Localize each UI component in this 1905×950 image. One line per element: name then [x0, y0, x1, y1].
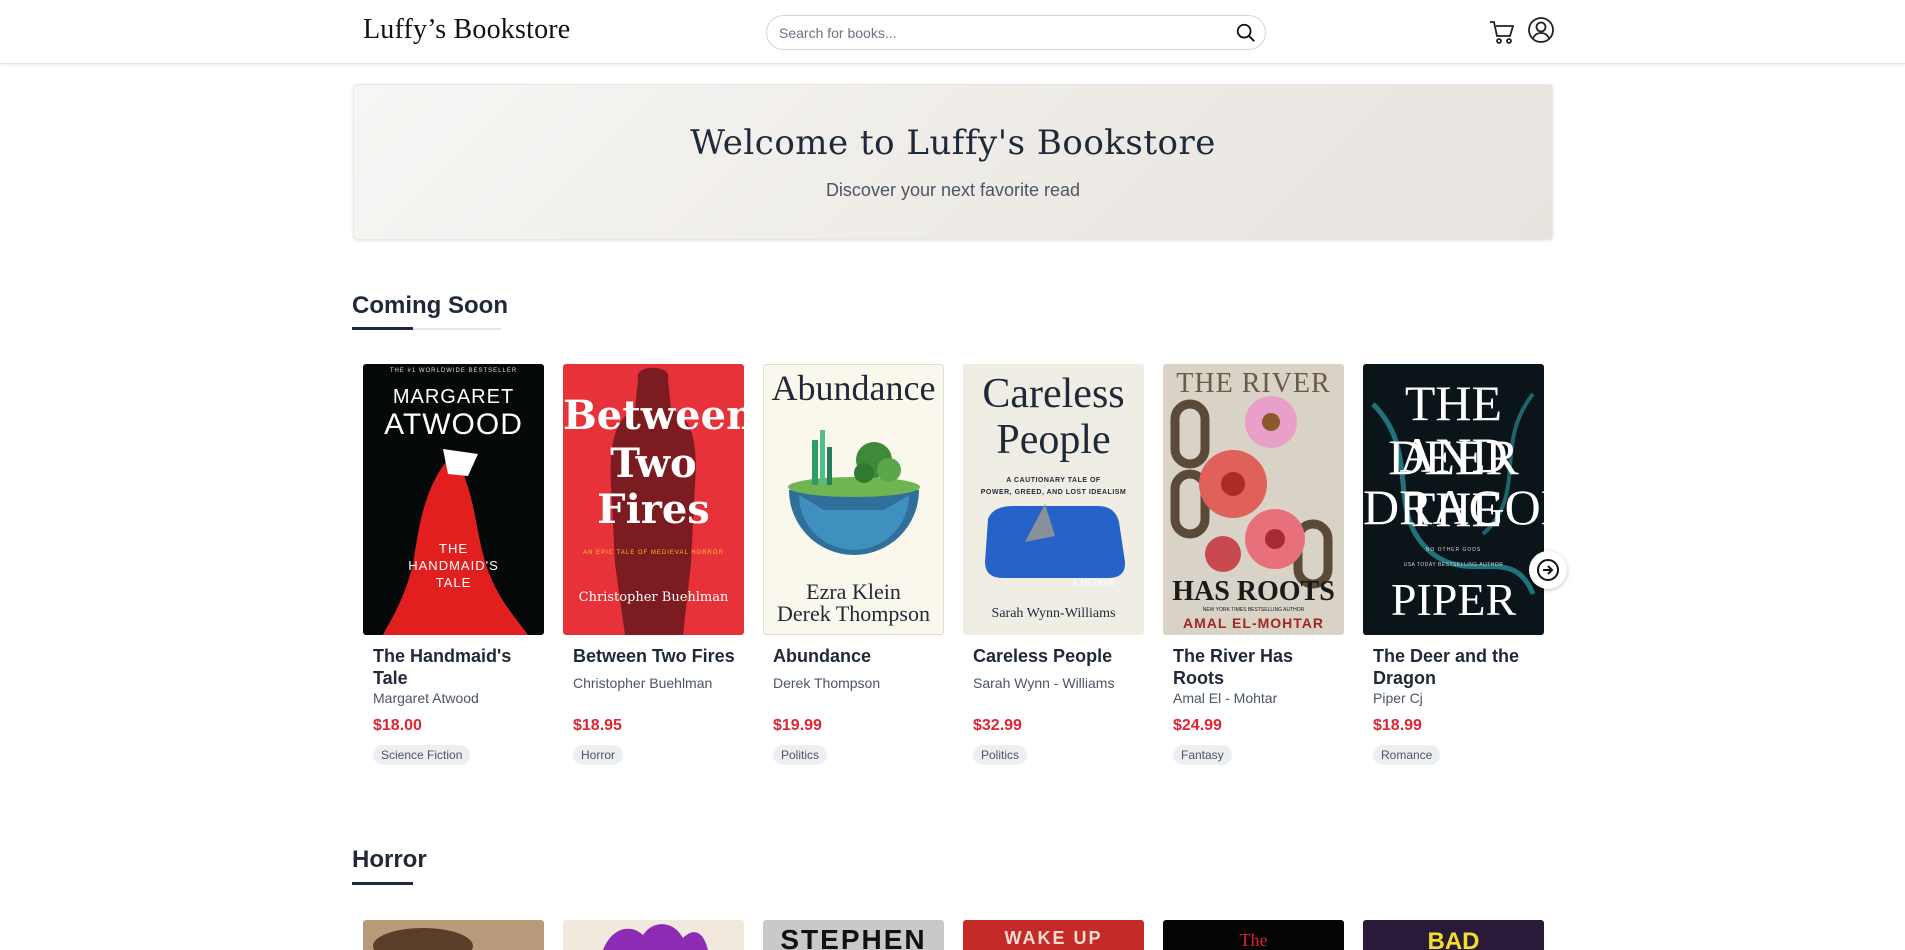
welcome-banner: Welcome to Luffy's Bookstore Discover yo… [353, 84, 1553, 240]
book-price: $18.00 [373, 717, 422, 734]
cover-peek-text: BAD [1427, 928, 1480, 950]
cover-tagline-2: USA TODAY BESTSELLING AUTHOR [1403, 562, 1504, 568]
cover-title-line2: People [996, 417, 1111, 463]
book-title[interactable]: The Deer and the Dragon [1373, 645, 1541, 689]
cover-tagline-1: A CAUTIONARY TALE OF [1006, 477, 1101, 484]
book-cover-peek[interactable]: STEPHEN [763, 920, 944, 950]
book-card[interactable]: Abundance Ezra Klein Derek Thompson Abun… [763, 364, 944, 765]
search-box[interactable] [766, 15, 1266, 50]
cover-author-2: Derek Thompson [777, 601, 930, 626]
cover-title-line3: DRAGON [1363, 479, 1544, 535]
top-nav-bar: Luffy’s Bookstore [0, 0, 1905, 64]
cover-peek-art [373, 928, 473, 950]
book-author: Margaret Atwood [373, 690, 479, 706]
book-price: $24.99 [1173, 717, 1222, 734]
shark-fin-illustration [985, 504, 1126, 578]
section-underline-accent [352, 327, 413, 330]
cover-author-last: ATWOOD [384, 408, 523, 441]
book-cover[interactable]: Careless People A CAUTIONARY TALE OF POW… [963, 364, 1144, 635]
book-price: $18.95 [573, 717, 622, 734]
store-logo[interactable]: Luffy’s Bookstore [363, 14, 570, 46]
search-icon[interactable] [1235, 22, 1257, 44]
book-title[interactable]: The River Has Roots [1173, 645, 1341, 689]
book-cover[interactable]: THE #1 WORLDWIDE BESTSELLER MARGARET ATW… [363, 364, 544, 635]
user-icon[interactable] [1527, 16, 1555, 44]
cover-peek-text: The [1239, 930, 1268, 950]
welcome-title: Welcome to Luffy's Bookstore [690, 123, 1216, 163]
cover-author: Christopher Buehlman [578, 590, 729, 605]
genre-tag: Politics [773, 745, 828, 765]
book-price: $32.99 [973, 717, 1022, 734]
book-cover-peek[interactable]: The [1163, 920, 1344, 950]
book-cover-peek[interactable]: WAKE UP [963, 920, 1144, 950]
book-card[interactable]: Between Two Fires AN EPIC TALE OF MEDIEV… [563, 364, 744, 765]
cover-title-line2: HAS ROOTS [1172, 576, 1335, 607]
welcome-subtitle: Discover your next favorite read [825, 180, 1081, 200]
book-title[interactable]: Careless People [973, 645, 1141, 667]
cover-tagline: THE #1 WORLDWIDE BESTSELLER [389, 368, 518, 374]
section-underline-accent [352, 882, 413, 885]
book-title[interactable]: Between Two Fires [573, 645, 741, 667]
book-price: $19.99 [773, 717, 822, 734]
section-title-horror: Horror [352, 846, 427, 873]
book-card[interactable]: THE #1 WORLDWIDE BESTSELLER MARGARET ATW… [363, 364, 544, 765]
cover-tagline: NEW YORK TIMES BESTSELLING AUTHOR [1202, 607, 1305, 613]
cover-title-line3: Fires [597, 486, 710, 533]
cover-author: PIPER CJ [1390, 574, 1517, 635]
carousel-next-button[interactable] [1529, 551, 1567, 589]
book-author: Sarah Wynn - Williams [973, 675, 1115, 691]
handmaid-figure-illustration [383, 449, 528, 635]
book-cover[interactable]: THE DEER AND THE DRAGON NO OTHER GODS US… [1363, 364, 1544, 635]
book-cover-peek[interactable] [363, 920, 544, 950]
cover-peek-text: STEPHEN [780, 924, 927, 950]
cover-title-line3: TALE [435, 575, 472, 590]
arrow-right-circle-icon [1537, 559, 1559, 581]
book-author: Christopher Buehlman [573, 675, 713, 691]
book-card[interactable]: THE RIVER HAS ROOTS NEW YORK TIMES BESTS… [1163, 364, 1344, 765]
genre-tag: Politics [973, 745, 1028, 765]
cart-icon[interactable] [1488, 18, 1516, 46]
book-cover-peek[interactable]: BAD [1363, 920, 1544, 950]
cover-author: AMAL EL-MOHTAR [1182, 615, 1325, 631]
book-author: Derek Thompson [773, 675, 881, 691]
cover-tagline: AN EPIC TALE OF MEDIEVAL HORROR [583, 550, 724, 556]
book-card[interactable]: Careless People A CAUTIONARY TALE OF POW… [963, 364, 1144, 765]
search-input[interactable] [779, 16, 1219, 49]
cover-title-line1: THE RIVER [1176, 368, 1331, 399]
genre-tag: Horror [573, 745, 624, 765]
cover-memoir-label: A MEMOIR [1071, 578, 1116, 588]
book-cover[interactable]: THE RIVER HAS ROOTS NEW YORK TIMES BESTS… [1163, 364, 1344, 635]
cover-title-line1: THE [439, 541, 468, 556]
cover-peek-art [603, 924, 708, 950]
book-author: Amal El - Mohtar [1173, 690, 1278, 706]
cover-title: Abundance [771, 368, 936, 408]
floating-earth-illustration [788, 430, 920, 555]
cover-author-first: MARGARET [392, 386, 515, 408]
cover-title-line1: Between [563, 392, 744, 439]
cover-peek-text: WAKE UP [1004, 928, 1103, 948]
book-price: $18.99 [1373, 717, 1422, 734]
genre-tag: Fantasy [1173, 745, 1232, 765]
book-card[interactable]: THE DEER AND THE DRAGON NO OTHER GODS US… [1363, 364, 1544, 765]
cover-title-line2: HANDMAID'S [408, 558, 499, 573]
book-title[interactable]: The Handmaid's Tale [373, 645, 541, 689]
cover-tagline: NO OTHER GODS [1425, 547, 1482, 553]
book-author: Piper Cj [1373, 690, 1423, 706]
book-cover[interactable]: Abundance Ezra Klein Derek Thompson [763, 364, 944, 635]
section-title-coming-soon: Coming Soon [352, 292, 508, 319]
genre-tag: Romance [1373, 745, 1441, 765]
cover-title-line2: Two [610, 440, 697, 487]
genre-tag: Science Fiction [373, 745, 471, 765]
book-title[interactable]: Abundance [773, 645, 941, 667]
cover-title-line1: Careless [982, 371, 1125, 417]
cover-author: Sarah Wynn-Williams [991, 606, 1116, 621]
book-cover-peek[interactable] [563, 920, 744, 950]
book-cover[interactable]: Between Two Fires AN EPIC TALE OF MEDIEV… [563, 364, 744, 635]
